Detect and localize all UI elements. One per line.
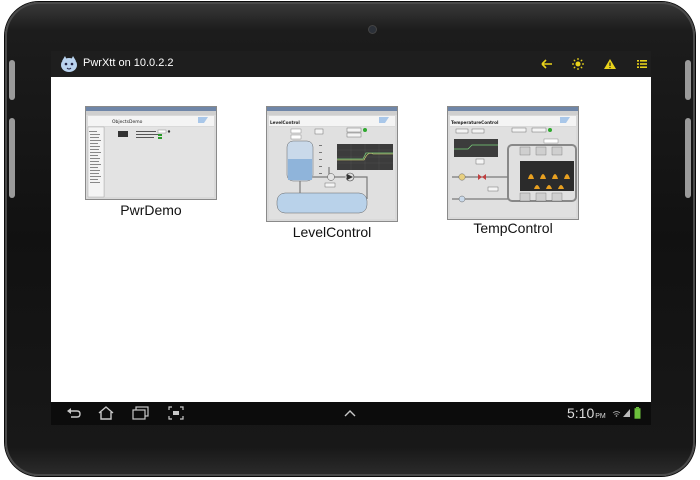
graph-label-levelcontrol: LevelControl xyxy=(292,224,372,240)
tablet-device: PwrXtt on 10.0.2.2 ObjectsDemo PwrDemo L… xyxy=(0,0,700,480)
clock: 5:10PM xyxy=(567,405,606,421)
graph-label-tempcontrol: TempControl xyxy=(473,220,553,236)
recent-apps-icon[interactable] xyxy=(129,404,151,422)
back-arrow-icon[interactable] xyxy=(538,55,556,73)
tempcontrol-thumbnail: TemperatureControl xyxy=(447,106,579,220)
list-icon[interactable] xyxy=(633,55,651,73)
levelcontrol-thumbnail: LevelControl xyxy=(266,106,398,222)
app-title: PwrXtt on 10.0.2.2 xyxy=(83,57,174,69)
clock-time: 5:10 xyxy=(567,405,595,421)
wifi-icon xyxy=(611,404,621,422)
action-bar: PwrXtt on 10.0.2.2 xyxy=(51,51,651,77)
svg-text:ObjectsDemo: ObjectsDemo xyxy=(112,119,143,125)
svg-text:LevelControl: LevelControl xyxy=(270,120,300,125)
system-bar: 5:10PM xyxy=(51,402,651,425)
battery-icon xyxy=(632,404,642,422)
graph-label-pwrdemo: PwrDemo xyxy=(120,202,182,218)
signal-icon xyxy=(621,404,631,422)
graph-item-levelcontrol[interactable]: LevelControl LevelControl xyxy=(266,106,398,246)
sun-icon[interactable] xyxy=(569,55,587,73)
graph-list: ObjectsDemo PwrDemo LevelControl LevelCo… xyxy=(51,77,651,402)
graph-item-tempcontrol[interactable]: TemperatureControl TempControl xyxy=(447,106,579,241)
pwrdemo-thumbnail: ObjectsDemo xyxy=(85,106,217,200)
power-button xyxy=(685,60,691,100)
side-button-right xyxy=(685,118,691,198)
back-icon[interactable] xyxy=(63,404,85,422)
svg-text:TemperatureControl: TemperatureControl xyxy=(451,120,499,125)
home-icon[interactable] xyxy=(95,404,117,422)
menu-up-icon[interactable] xyxy=(339,404,361,422)
volume-button xyxy=(9,60,15,100)
front-camera xyxy=(369,26,376,33)
graph-item-pwrdemo[interactable]: ObjectsDemo PwrDemo xyxy=(85,106,217,218)
warning-icon[interactable] xyxy=(601,55,619,73)
clock-suffix: PM xyxy=(595,413,606,420)
side-button xyxy=(9,118,15,198)
screenshot-icon[interactable] xyxy=(165,404,187,422)
screen: PwrXtt on 10.0.2.2 ObjectsDemo PwrDemo L… xyxy=(51,51,651,425)
app-logo-icon[interactable] xyxy=(59,54,79,74)
